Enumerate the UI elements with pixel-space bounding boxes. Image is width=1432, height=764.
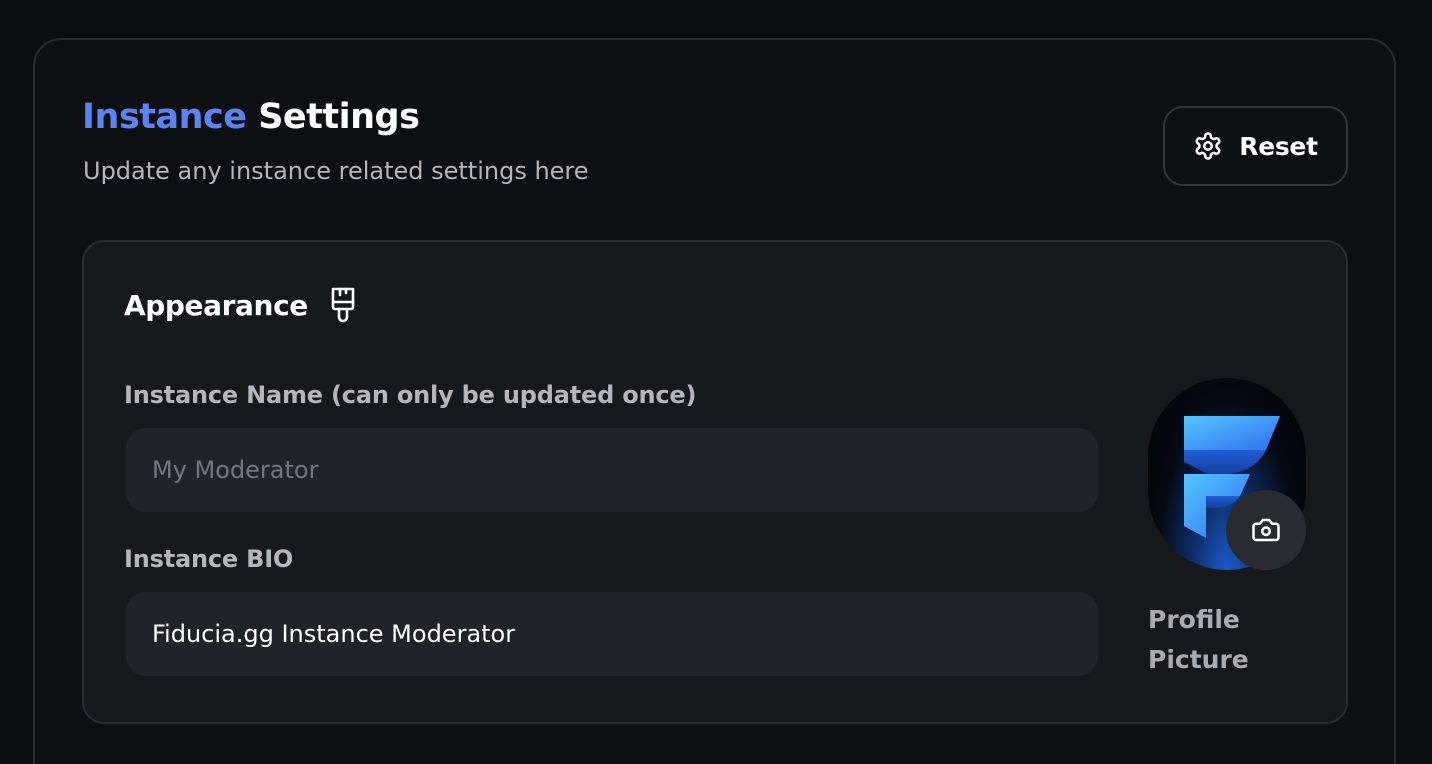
profile-picture-caption: Profile Picture [1148,605,1249,674]
appearance-heading: Appearance [124,286,362,326]
paintbrush-icon [328,287,362,325]
camera-icon [1251,515,1281,545]
instance-bio-input[interactable] [152,620,1072,648]
instance-bio-label: Instance BIO [124,545,294,573]
page-title-accent: Instance [82,97,247,137]
instance-name-label: Instance Name (can only be updated once) [124,381,697,409]
appearance-title: Appearance [124,289,308,322]
reset-button[interactable]: Reset [1163,106,1348,186]
page-title-rest: Settings [258,97,420,137]
instance-name-field [126,428,1098,512]
page-title: Instance Settings [82,93,420,141]
instance-name-input[interactable] [152,456,1072,484]
instance-bio-field [126,592,1098,676]
change-picture-button[interactable] [1226,490,1306,570]
page-subtitle: Update any instance related settings her… [83,157,589,185]
settings-page: Instance Settings Update any instance re… [0,0,1432,764]
reset-button-label: Reset [1239,131,1318,161]
gear-icon [1193,131,1223,161]
